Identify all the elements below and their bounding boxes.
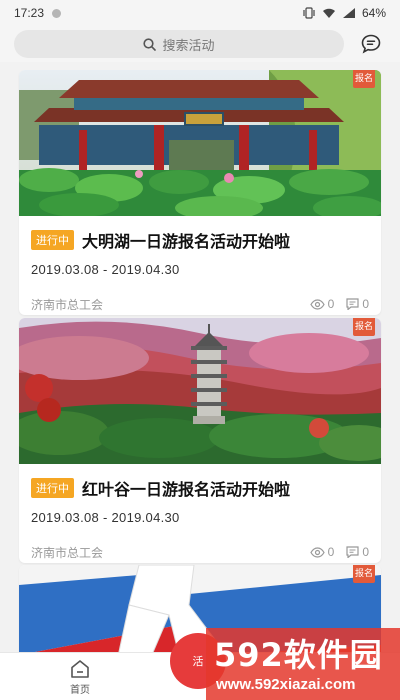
- comment-icon: [346, 546, 359, 558]
- message-button[interactable]: [356, 29, 386, 59]
- wifi-icon: [322, 8, 335, 18]
- battery-level: 64%: [361, 6, 386, 20]
- signup-badge: 报名: [353, 70, 375, 88]
- activity-organizer: 济南市总工会: [31, 297, 104, 312]
- comments-count: 0: [362, 545, 369, 559]
- activity-organizer: 济南市总工会: [31, 545, 104, 560]
- search-row: 搜索活动: [0, 26, 400, 62]
- activity-card[interactable]: 报名 进行中 红叶谷一日游报名活动开始啦 2019.03.08 - 2019.0…: [19, 318, 381, 563]
- site-watermark: 592软件园 www.592xiazai.com: [206, 628, 400, 700]
- comments-stat: 0: [346, 297, 369, 311]
- status-time: 17:23: [14, 6, 45, 20]
- signal-icon: [342, 8, 355, 18]
- activity-title: 大明湖一日游报名活动开始啦: [82, 234, 291, 251]
- views-count: 0: [327, 545, 335, 559]
- activity-title: 红叶谷一日游报名活动开始啦: [82, 482, 291, 499]
- status-icons: 64%: [302, 6, 386, 20]
- eye-icon: [309, 298, 325, 310]
- activity-card[interactable]: 报名 进行中 大明湖一日游报名活动开始啦 2019.03.08 - 2019.0…: [19, 70, 381, 315]
- views-stat: 0: [309, 545, 335, 559]
- notification-dot-icon: [52, 8, 62, 18]
- comments-count: 0: [362, 297, 369, 311]
- activity-image: 报名: [19, 318, 381, 464]
- status-badge: 进行中: [31, 478, 74, 498]
- search-placeholder: 搜索活动: [162, 37, 215, 53]
- tab-home-label: 首页: [70, 685, 90, 696]
- chat-bubble-icon: [361, 34, 381, 54]
- views-stat: 0: [309, 297, 335, 311]
- home-icon: [71, 660, 89, 678]
- signup-badge: 报名: [353, 318, 375, 336]
- status-bar: 17:23 64%: [0, 0, 400, 26]
- vibrate-icon: [303, 7, 315, 19]
- watermark-url: www.592xiazai.com: [216, 676, 356, 693]
- search-icon: [143, 37, 157, 51]
- status-badge: 进行中: [31, 230, 74, 250]
- watermark-brand: 592软件园: [214, 636, 383, 674]
- tab-home[interactable]: 首页: [52, 659, 108, 696]
- views-count: 0: [327, 297, 335, 311]
- eye-icon: [309, 546, 325, 558]
- comment-icon: [346, 298, 359, 310]
- activity-date-range: 2019.03.08 - 2019.04.30: [31, 510, 180, 525]
- search-input[interactable]: 搜索活动: [14, 30, 344, 58]
- comments-stat: 0: [346, 545, 369, 559]
- activity-date-range: 2019.03.08 - 2019.04.30: [31, 262, 180, 277]
- activity-image: 报名: [19, 70, 381, 216]
- center-button-label: 活: [192, 656, 204, 668]
- signup-badge: 报名: [353, 565, 375, 583]
